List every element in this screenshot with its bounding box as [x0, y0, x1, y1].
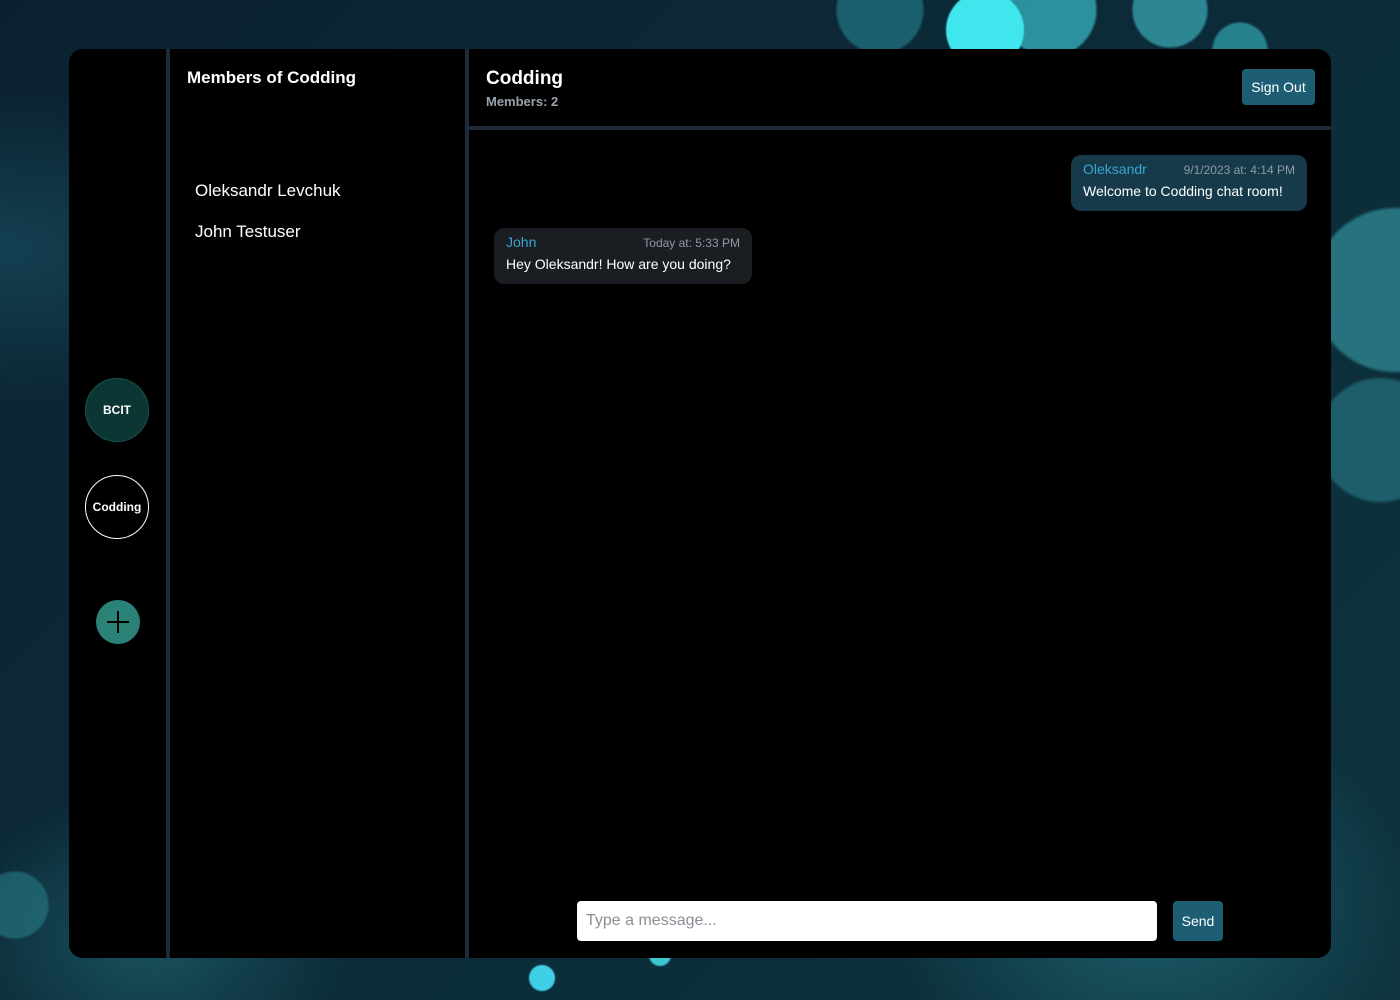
chat-header: Codding Members: 2 Sign Out	[469, 49, 1331, 126]
server-rail: BCIT Codding	[69, 49, 166, 958]
message-text: Hey Oleksandr! How are you doing?	[506, 256, 731, 272]
message-author[interactable]: John	[506, 234, 536, 250]
message-input[interactable]	[577, 901, 1157, 941]
message-bubble-other: John Today at: 5:33 PM Hey Oleksandr! Ho…	[494, 228, 752, 284]
member-item[interactable]: John Testuser	[195, 222, 301, 242]
message-text: Welcome to Codding chat room!	[1083, 183, 1283, 199]
members-title: Members of Codding	[187, 68, 357, 87]
server-label: Codding	[92, 500, 142, 514]
member-count: Members: 2	[486, 94, 559, 109]
message-meta: John Today at: 5:33 PM	[506, 234, 740, 250]
sign-out-button[interactable]: Sign Out	[1242, 69, 1315, 105]
members-panel: Members of Codding Oleksandr Levchuk Joh…	[170, 49, 465, 958]
chat-app-window: BCIT Codding Members of Codding Oleksand…	[69, 49, 1331, 958]
chat-title: Codding	[486, 68, 564, 89]
server-label: BCIT	[103, 403, 131, 417]
message-time: Today at: 5:33 PM	[643, 236, 740, 250]
message-bubble-own: Oleksandr 9/1/2023 at: 4:14 PM Welcome t…	[1071, 155, 1307, 211]
message-time: 9/1/2023 at: 4:14 PM	[1183, 163, 1295, 177]
add-server-button[interactable]	[96, 600, 140, 644]
server-codding[interactable]: Codding	[85, 475, 149, 539]
member-item[interactable]: Oleksandr Levchuk	[195, 181, 341, 201]
chat-panel: Codding Members: 2 Sign Out Oleksandr 9/…	[469, 49, 1331, 958]
server-bcit[interactable]: BCIT	[85, 378, 149, 442]
message-meta: Oleksandr 9/1/2023 at: 4:14 PM	[1083, 161, 1295, 177]
plus-icon	[107, 611, 129, 633]
message-author[interactable]: Oleksandr	[1083, 161, 1147, 177]
header-divider	[469, 126, 1331, 130]
send-button[interactable]: Send	[1173, 901, 1223, 941]
